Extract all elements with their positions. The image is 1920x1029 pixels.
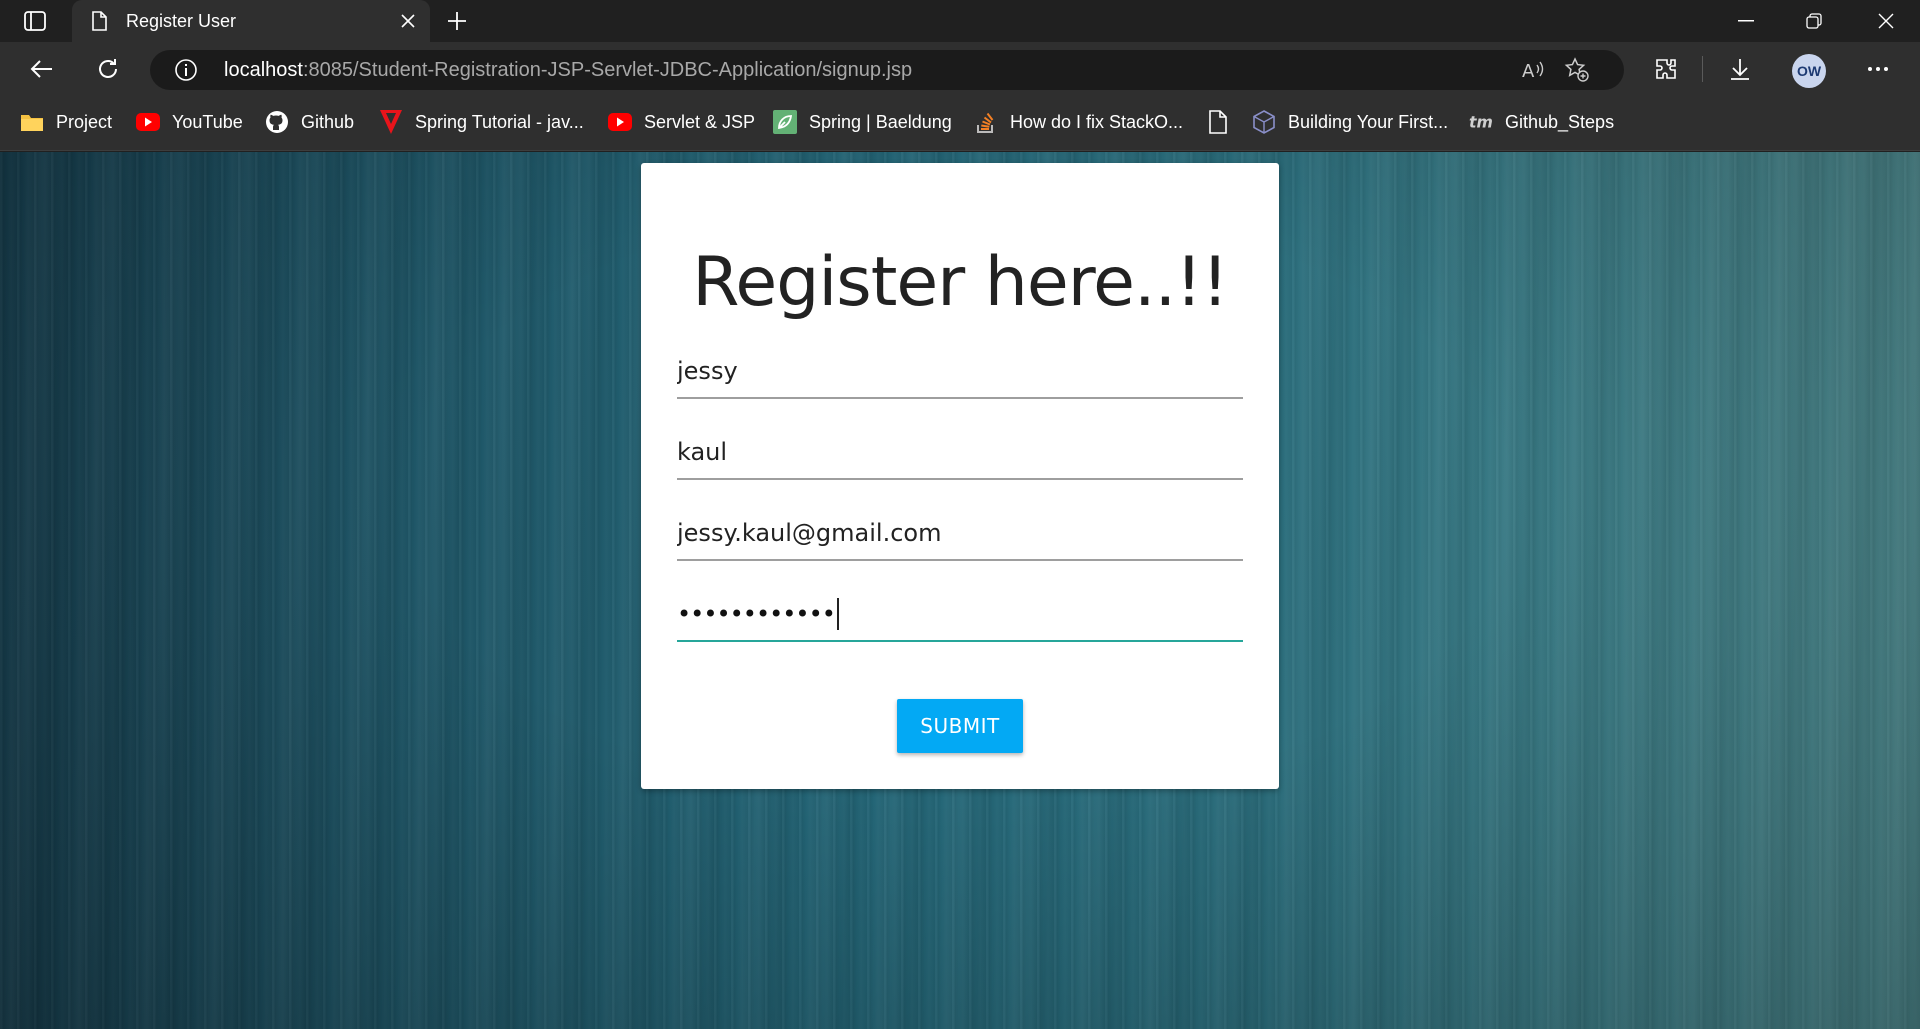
address-bar[interactable]: localhost:8085/Student-Registration-JSP-… xyxy=(150,50,1624,90)
bookmark-label: How do I fix StackO... xyxy=(1010,111,1184,132)
downloads-icon[interactable] xyxy=(1722,51,1758,87)
extensions-icon[interactable] xyxy=(1648,51,1684,87)
new-tab-icon[interactable] xyxy=(440,6,474,36)
bookmark-label: Project xyxy=(56,111,113,132)
bookmark-label: Github_Steps xyxy=(1505,111,1615,132)
page-icon xyxy=(88,10,110,32)
navigation-toolbar: localhost:8085/Student-Registration-JSP-… xyxy=(0,42,1920,96)
folder-icon xyxy=(20,110,44,134)
bookmark-label: Building Your First... xyxy=(1288,111,1449,132)
tm-icon: tm xyxy=(1469,110,1493,134)
restore-icon[interactable] xyxy=(1780,0,1848,42)
youtube-icon xyxy=(608,110,632,134)
spring-tutorial-icon xyxy=(379,110,403,134)
bookmark-spring-tutorial[interactable]: Spring Tutorial - jav... xyxy=(379,108,584,136)
url-text[interactable]: localhost:8085/Student-Registration-JSP-… xyxy=(224,59,912,82)
close-tab-icon[interactable] xyxy=(396,9,420,33)
bookmark-youtube[interactable]: YouTube xyxy=(136,108,243,136)
read-aloud-icon[interactable]: A xyxy=(1520,57,1546,83)
minimize-icon[interactable] xyxy=(1712,0,1780,42)
title-bar: Register User xyxy=(0,0,1920,42)
svg-text:tm: tm xyxy=(1469,113,1493,132)
svg-text:A: A xyxy=(1522,61,1535,81)
stackoverflow-icon xyxy=(974,110,998,134)
bookmark-label: Spring | Baeldung xyxy=(809,111,952,132)
password-mask: •••••••••••• xyxy=(677,600,836,628)
back-icon[interactable] xyxy=(24,51,60,87)
github-icon xyxy=(265,110,289,134)
bookmark-label: Github xyxy=(301,111,355,132)
url-host: localhost xyxy=(224,59,303,81)
bookmark-building-your-first[interactable]: Building Your First... xyxy=(1252,108,1448,136)
bookmark-github[interactable]: Github xyxy=(265,108,354,136)
register-form-card: Register here..!! •••••••••••• SUBMIT xyxy=(641,163,1279,789)
bookmark-project[interactable]: Project xyxy=(20,108,112,136)
first-name-input[interactable] xyxy=(677,345,1243,399)
document-icon xyxy=(1206,110,1230,134)
bookmark-servlet-jsp[interactable]: Servlet & JSP xyxy=(608,108,755,136)
bookmark-stackoverflow[interactable]: How do I fix StackO... xyxy=(974,108,1183,136)
add-favorite-icon[interactable] xyxy=(1564,57,1590,83)
site-info-icon[interactable] xyxy=(174,58,198,82)
url-path: :8085/Student-Registration-JSP-Servlet-J… xyxy=(302,59,913,81)
youtube-icon xyxy=(136,110,160,134)
bookmark-baeldung[interactable]: Spring | Baeldung xyxy=(773,108,952,136)
password-input[interactable]: •••••••••••• xyxy=(677,588,1243,642)
bookmark-label: YouTube xyxy=(172,111,243,132)
page-background: Register here..!! •••••••••••• SUBMIT xyxy=(0,152,1920,1029)
baeldung-icon xyxy=(773,110,797,134)
last-name-input[interactable] xyxy=(677,426,1243,480)
submit-button[interactable]: SUBMIT xyxy=(897,699,1023,753)
page-title: Register here..!! xyxy=(692,243,1229,322)
bookmark-github-steps[interactable]: tm Github_Steps xyxy=(1469,108,1614,136)
tab-title: Register User xyxy=(126,11,237,31)
more-menu-icon[interactable] xyxy=(1860,51,1896,87)
bookmark-document[interactable] xyxy=(1206,108,1242,136)
text-caret xyxy=(836,598,839,630)
cube-icon xyxy=(1252,110,1276,134)
email-input[interactable] xyxy=(677,507,1243,561)
bookmark-label: Servlet & JSP xyxy=(644,111,756,132)
close-window-icon[interactable] xyxy=(1852,0,1920,42)
profile-avatar[interactable]: OW xyxy=(1792,54,1826,88)
toolbar-separator xyxy=(1702,56,1703,82)
tab-actions-icon[interactable] xyxy=(18,8,52,34)
bookmarks-bar: Project YouTube Github Spring Tutorial -… xyxy=(0,96,1920,151)
refresh-icon[interactable] xyxy=(90,51,126,87)
bookmark-label: Spring Tutorial - jav... xyxy=(415,111,584,132)
tab-register-user[interactable]: Register User xyxy=(72,0,430,42)
